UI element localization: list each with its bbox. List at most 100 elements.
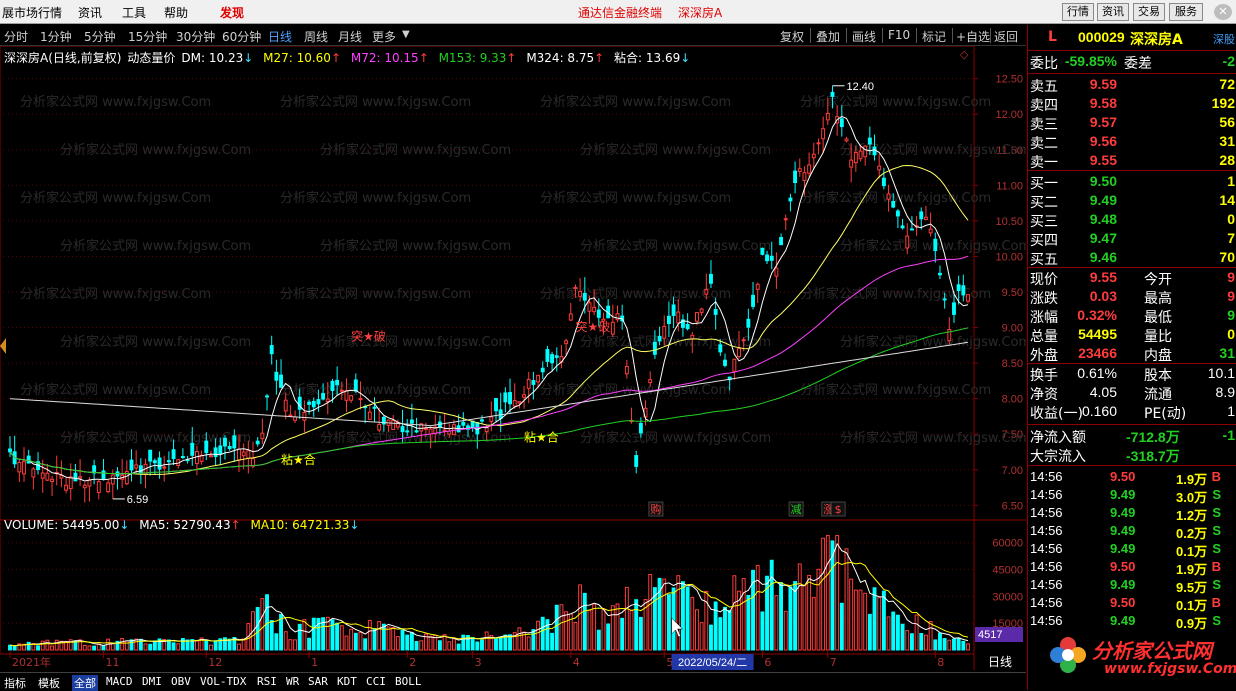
bid-row[interactable]: 买二 9.49 14 xyxy=(1028,192,1236,211)
adjust-button[interactable]: 复权 xyxy=(780,28,804,45)
candle-body[interactable] xyxy=(162,466,167,469)
volume-bar[interactable] xyxy=(293,639,298,651)
candle-body[interactable] xyxy=(821,128,826,140)
volume-bar[interactable] xyxy=(947,639,952,651)
volume-bar[interactable] xyxy=(208,644,213,651)
volume-bar[interactable] xyxy=(699,622,704,651)
volume-bar[interactable] xyxy=(853,589,858,651)
collapse-handle-icon[interactable] xyxy=(0,338,6,354)
volume-bar[interactable] xyxy=(895,614,900,651)
candle-body[interactable] xyxy=(587,302,592,312)
volume-bar[interactable] xyxy=(414,641,419,651)
tab-cci[interactable]: CCI xyxy=(366,675,386,688)
volume-bar[interactable] xyxy=(82,644,87,651)
candle-body[interactable] xyxy=(311,400,316,408)
bid-row[interactable]: 买四 9.47 7 xyxy=(1028,230,1236,249)
candle-body[interactable] xyxy=(171,449,176,460)
candle-body[interactable] xyxy=(732,358,737,372)
candle-body[interactable] xyxy=(8,448,12,453)
candle-body[interactable] xyxy=(956,284,961,292)
candle-body[interactable] xyxy=(816,142,821,145)
volume-bar[interactable] xyxy=(624,586,629,651)
candle-body[interactable] xyxy=(909,228,914,231)
tab-kdt[interactable]: KDT xyxy=(337,675,357,688)
candle-body[interactable] xyxy=(582,292,587,301)
tab-sar[interactable]: SAR xyxy=(308,675,328,688)
volume-bar[interactable] xyxy=(283,631,288,651)
volume-bar[interactable] xyxy=(909,633,914,651)
volume-bar[interactable] xyxy=(386,626,391,651)
volume-bar[interactable] xyxy=(559,604,564,651)
volume-bar[interactable] xyxy=(194,640,199,651)
candle-body[interactable] xyxy=(241,451,246,457)
volume-bar[interactable] xyxy=(143,643,148,651)
candle-body[interactable] xyxy=(573,286,578,289)
volume-bar[interactable] xyxy=(494,638,498,651)
volume-bar[interactable] xyxy=(610,605,615,651)
period-label[interactable]: 日线 xyxy=(988,655,1012,669)
volume-bar[interactable] xyxy=(704,590,709,651)
volume-bar[interactable] xyxy=(152,640,157,651)
candle-body[interactable] xyxy=(106,482,111,493)
volume-bar[interactable] xyxy=(695,609,699,651)
candle-body[interactable] xyxy=(690,334,695,340)
tab-wr[interactable]: WR xyxy=(286,675,299,688)
volume-bar[interactable] xyxy=(498,636,503,651)
volume-bar[interactable] xyxy=(709,624,713,651)
candle-body[interactable] xyxy=(166,460,171,463)
service-button[interactable]: 服务 xyxy=(1169,3,1203,21)
volume-bar[interactable] xyxy=(36,645,40,651)
candle-body[interactable] xyxy=(526,378,531,389)
candle-body[interactable] xyxy=(508,392,512,405)
volume-bar[interactable] xyxy=(166,639,171,651)
volume-bar[interactable] xyxy=(26,641,31,651)
kline-chart[interactable]: 12.50 12.00 11.50 11.00 10.50 10.00 9.50 9.00 8.… xyxy=(0,45,1031,670)
candle-body[interactable] xyxy=(933,238,938,252)
volume-bar[interactable] xyxy=(779,582,784,651)
candle-body[interactable] xyxy=(232,435,237,449)
volume-bar[interactable] xyxy=(797,563,802,651)
volume-bar[interactable] xyxy=(844,548,849,651)
candle-body[interactable] xyxy=(204,440,209,454)
candle-body[interactable] xyxy=(952,302,956,315)
tick-row[interactable]: 14:56 9.49 9.5万 S xyxy=(1028,577,1236,595)
volume-bar[interactable] xyxy=(582,592,587,651)
volume-bar[interactable] xyxy=(311,617,316,651)
volume-bar[interactable] xyxy=(718,617,723,651)
menu-news[interactable]: 资讯 xyxy=(78,4,102,21)
volume-bar[interactable] xyxy=(858,589,863,651)
volume-bar[interactable] xyxy=(437,640,442,651)
candle-body[interactable] xyxy=(657,335,662,342)
volume-bar[interactable] xyxy=(825,535,830,651)
volume-bar[interactable] xyxy=(578,584,583,651)
quote-button[interactable]: 行情 xyxy=(1062,3,1094,21)
volume-bar[interactable] xyxy=(134,638,139,651)
candle-body[interactable] xyxy=(895,210,900,217)
candle-body[interactable] xyxy=(938,272,942,276)
diamond-icon[interactable]: ◇ xyxy=(960,48,969,61)
candle-body[interactable] xyxy=(489,416,494,422)
period-5min[interactable]: 5分钟 xyxy=(84,28,116,45)
candle-body[interactable] xyxy=(96,481,101,493)
volume-bar[interactable] xyxy=(886,616,891,651)
add-watchlist-button[interactable]: +自选 xyxy=(956,28,990,45)
volume-bar[interactable] xyxy=(391,627,396,651)
candle-body[interactable] xyxy=(494,398,498,412)
bid-row[interactable]: 买五 9.46 70 xyxy=(1028,249,1236,268)
volume-bar[interactable] xyxy=(620,617,625,651)
volume-bar[interactable] xyxy=(45,639,50,651)
candle-body[interactable] xyxy=(783,218,788,221)
menu-market[interactable]: 展市场行情 xyxy=(2,4,62,21)
back-button[interactable]: 返回 xyxy=(994,28,1018,45)
candle-body[interactable] xyxy=(853,152,858,164)
candle-body[interactable] xyxy=(648,379,653,384)
period-60min[interactable]: 60分钟 xyxy=(222,28,261,45)
volume-bar[interactable] xyxy=(377,621,382,651)
volume-bar[interactable] xyxy=(821,537,826,651)
volume-bar[interactable] xyxy=(867,613,872,651)
period-weekly[interactable]: 周线 xyxy=(304,28,328,45)
volume-bar[interactable] xyxy=(881,590,886,651)
candle-body[interactable] xyxy=(260,432,265,440)
ask-row[interactable]: 卖四 9.58 192 xyxy=(1028,95,1236,114)
candle-body[interactable] xyxy=(283,399,288,412)
